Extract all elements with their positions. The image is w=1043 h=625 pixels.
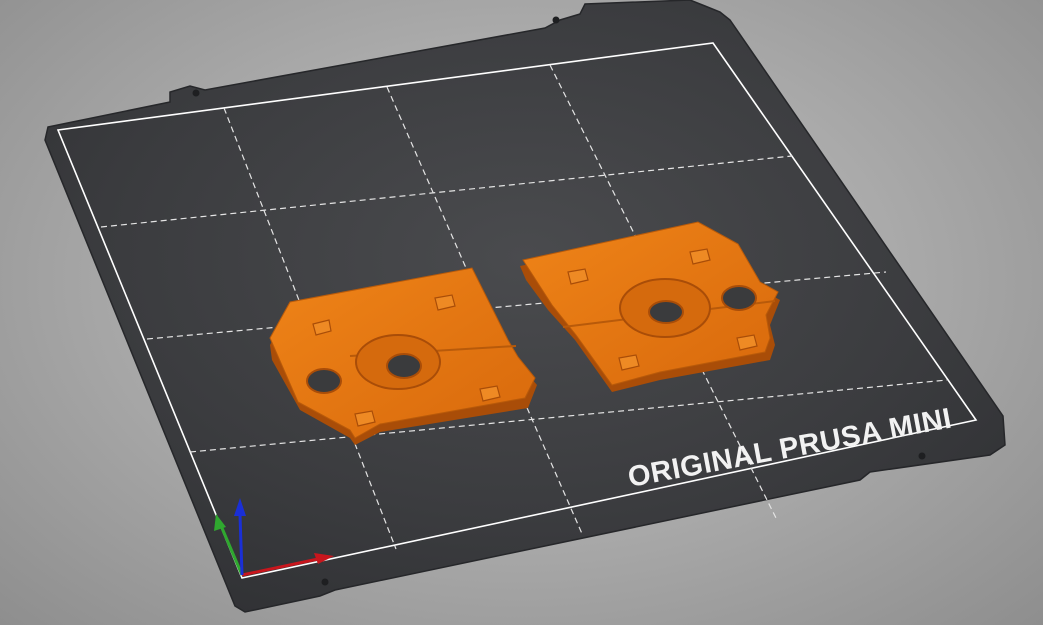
z-axis bbox=[238, 514, 244, 576]
print-sheet[interactable] bbox=[44, 0, 1006, 613]
3d-viewport[interactable]: ORIGINAL PRUSA MINI bbox=[0, 0, 1043, 625]
3d-scene[interactable]: ORIGINAL PRUSA MINI bbox=[0, 0, 1043, 625]
